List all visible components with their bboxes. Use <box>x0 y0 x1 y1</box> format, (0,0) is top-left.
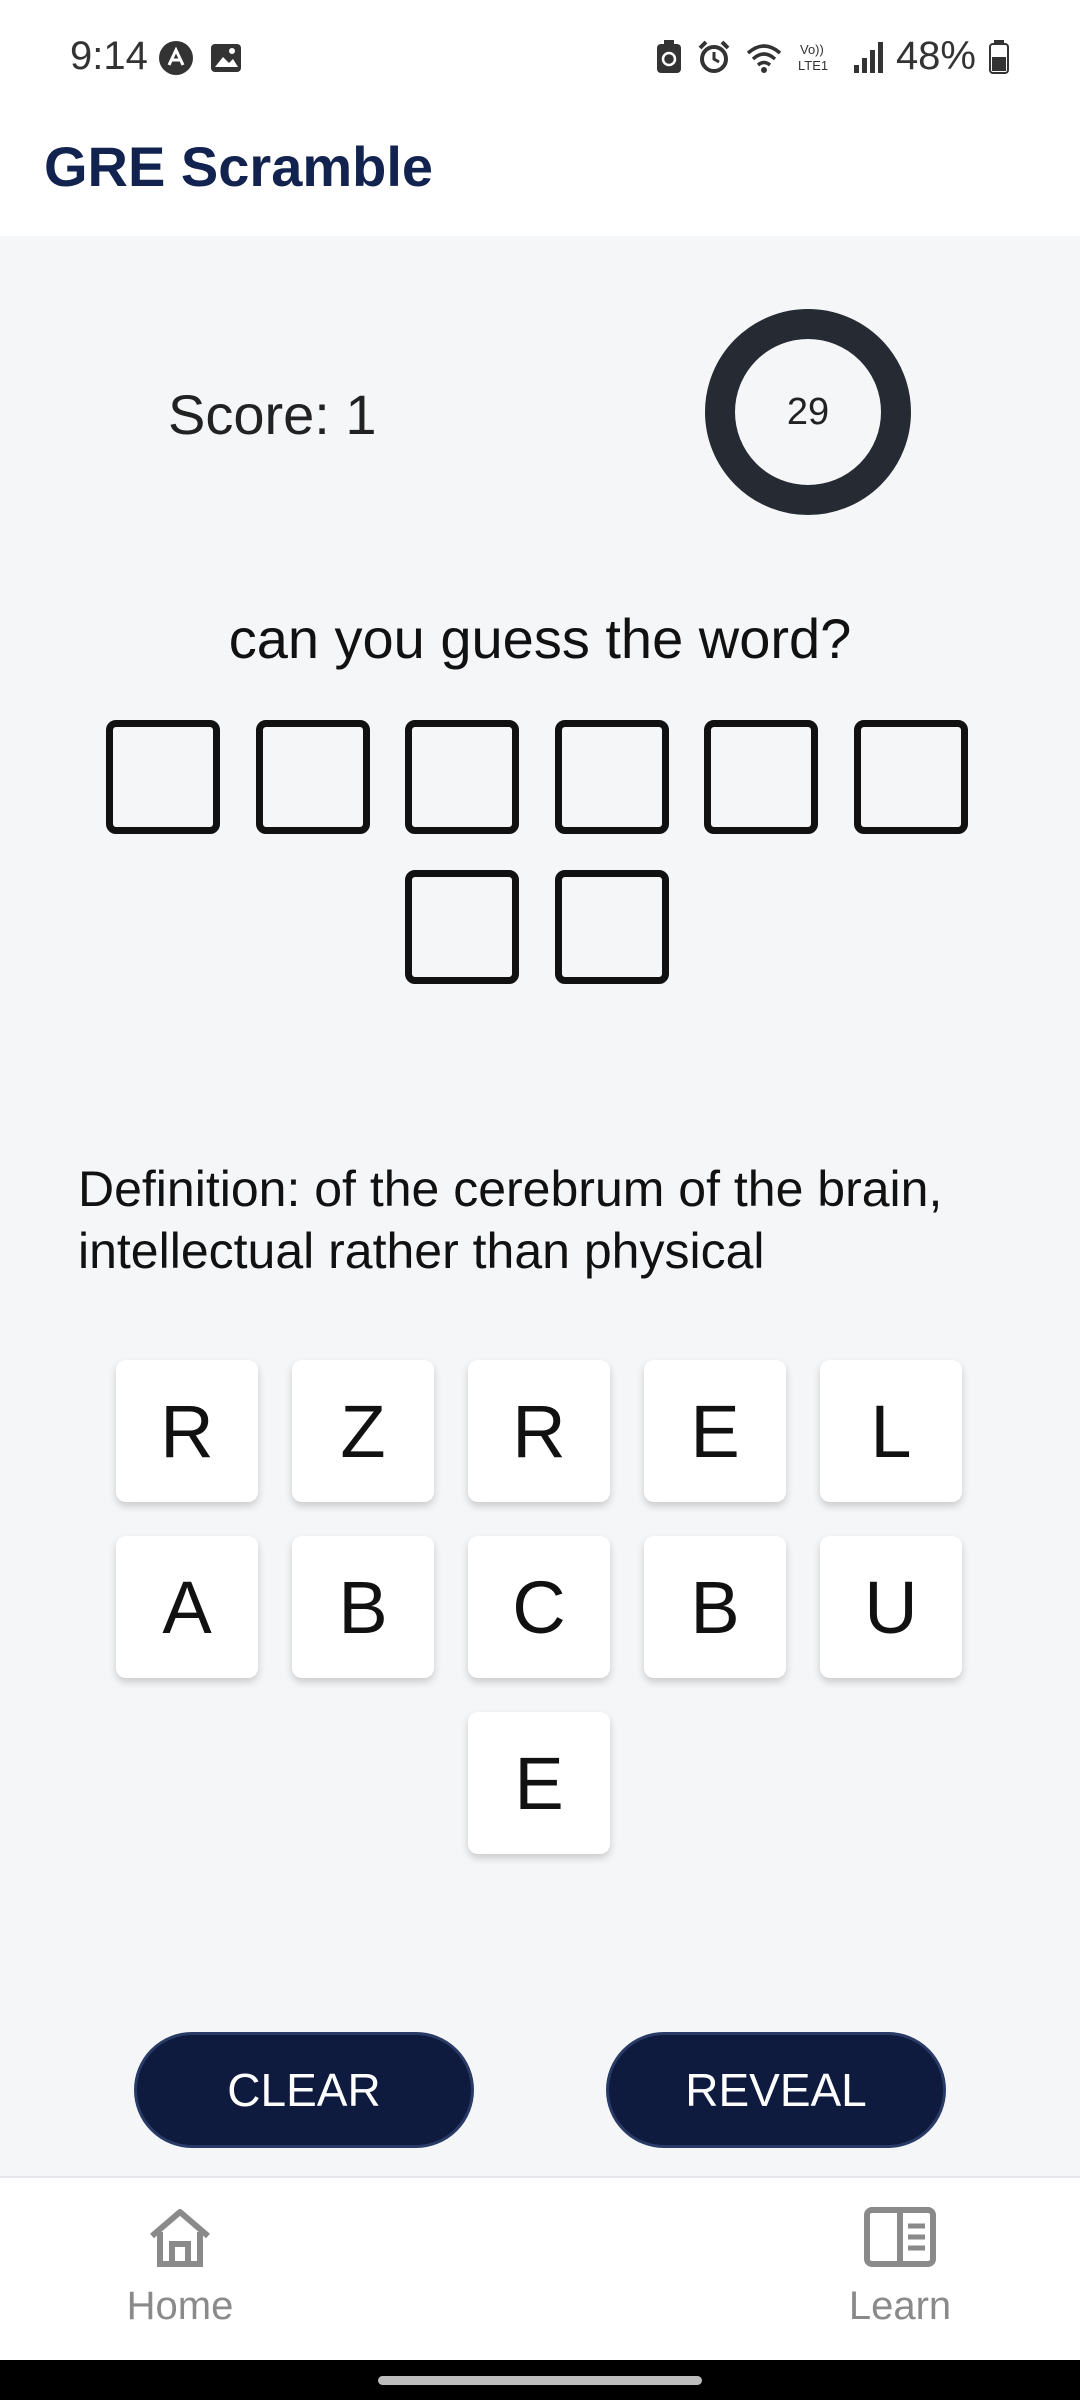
wifi-icon <box>746 43 782 73</box>
nav-item-learn[interactable]: Learn <box>800 2206 1000 2329</box>
status-time: 9:14 <box>70 34 148 78</box>
letter-tile[interactable]: A <box>116 1536 258 1678</box>
app-bar: GRE Scramble <box>0 118 1080 236</box>
app-title: GRE Scramble <box>44 135 434 198</box>
letter-tile[interactable]: E <box>468 1712 610 1854</box>
letter-tile[interactable]: B <box>644 1536 786 1678</box>
timer-value: 29 <box>786 390 830 433</box>
letter-tile[interactable]: B <box>292 1536 434 1678</box>
answer-slot[interactable] <box>854 720 968 834</box>
letter-tile[interactable]: L <box>820 1360 962 1502</box>
letter-tile[interactable]: R <box>468 1360 610 1502</box>
letter-tile[interactable]: R <box>116 1360 258 1502</box>
reveal-button[interactable]: REVEAL <box>606 2032 946 2148</box>
nav-home-label: Home <box>126 2284 234 2328</box>
alarm-icon <box>698 40 730 73</box>
battery-icon <box>989 39 1009 74</box>
status-bar: 9:14 Vo)) LTE1 48% <box>0 0 1080 118</box>
guess-prompt: can you guess the word? <box>228 607 852 670</box>
book-icon <box>864 2207 936 2267</box>
system-gesture-bar <box>0 2360 1080 2400</box>
status-right: Vo)) LTE1 48% <box>654 34 1010 79</box>
letter-tile[interactable]: C <box>468 1536 610 1678</box>
home-icon <box>150 2209 210 2267</box>
answer-slot[interactable] <box>256 720 370 834</box>
letter-tile[interactable]: Z <box>292 1360 434 1502</box>
battery-percentage: 48% <box>895 34 976 78</box>
score-label: Score: 1 <box>168 383 377 446</box>
battery-saver-icon <box>656 39 681 73</box>
volte-icon: Vo)) LTE1 <box>798 42 828 73</box>
definition-text: Definition: of the cerebrum of the brain… <box>78 1161 943 1279</box>
signal-icon <box>853 41 883 73</box>
svg-text:LTE1: LTE1 <box>798 58 828 73</box>
app-notification-icon <box>159 41 193 75</box>
status-left-icons <box>158 40 244 76</box>
answer-slot[interactable] <box>555 870 669 984</box>
answer-slot[interactable] <box>555 720 669 834</box>
answer-slot[interactable] <box>405 870 519 984</box>
letter-tile[interactable]: E <box>644 1360 786 1502</box>
svg-text:Vo)): Vo)) <box>800 42 824 57</box>
answer-slot[interactable] <box>405 720 519 834</box>
image-icon <box>211 44 241 72</box>
nav-learn-label: Learn <box>848 2284 952 2328</box>
gesture-handle[interactable] <box>378 2376 702 2385</box>
bottom-navigation: Home Learn <box>0 2176 1080 2360</box>
nav-item-home[interactable]: Home <box>80 2206 280 2329</box>
clear-button[interactable]: CLEAR <box>134 2032 474 2148</box>
letter-tile[interactable]: U <box>820 1536 962 1678</box>
answer-slot[interactable] <box>704 720 818 834</box>
answer-slot[interactable] <box>106 720 220 834</box>
app-screen: 9:14 Vo)) LTE1 48% GRE Scramble Score: 1… <box>0 0 1080 2400</box>
